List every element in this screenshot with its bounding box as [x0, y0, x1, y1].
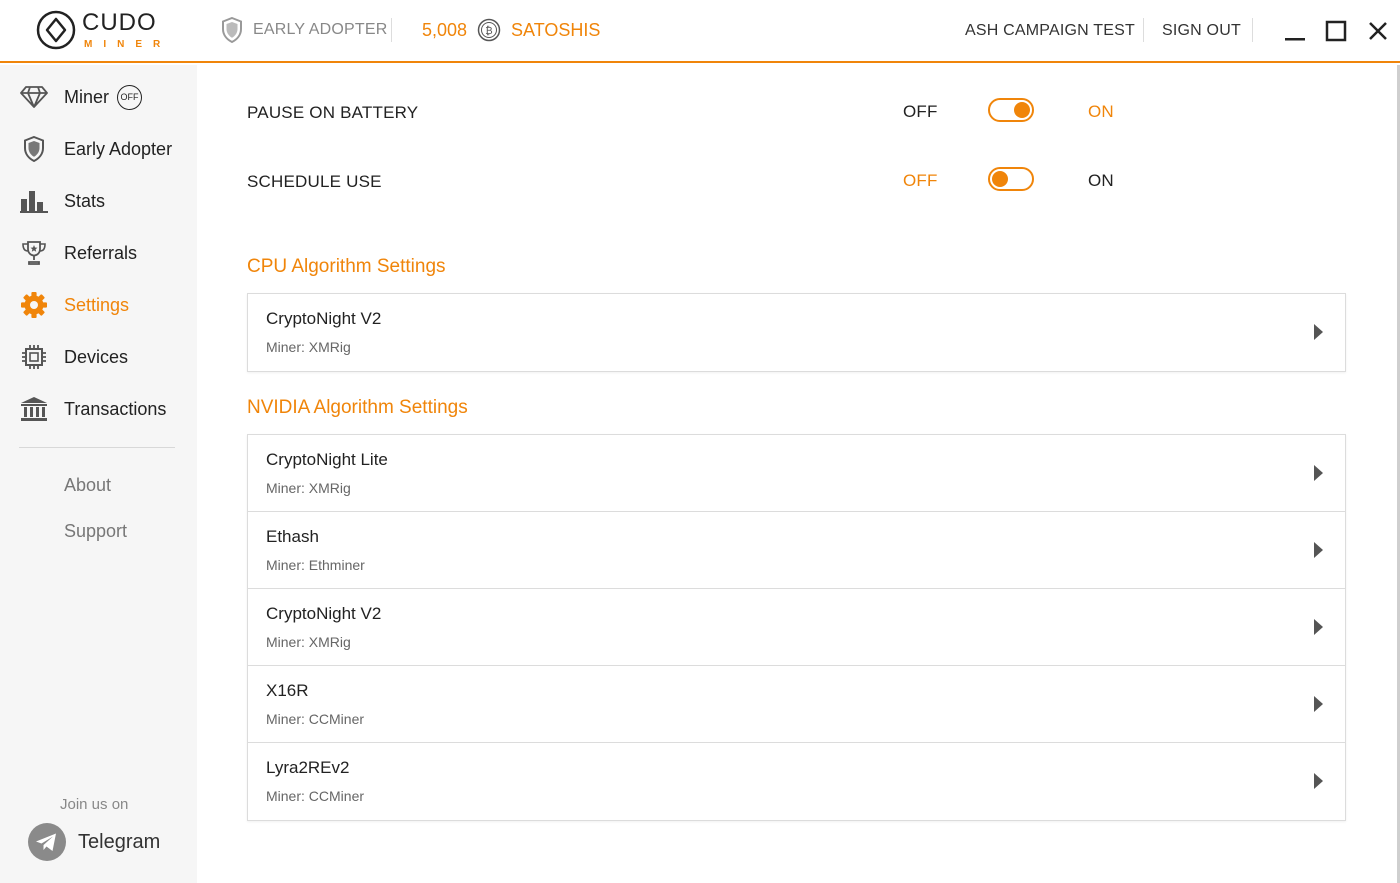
diamond-icon — [20, 83, 48, 111]
header-divider — [1143, 18, 1144, 42]
chevron-right-icon — [1314, 542, 1323, 558]
shield-icon — [222, 17, 242, 43]
algorithm-name: CryptoNight V2 — [266, 309, 382, 328]
miner-status-badge[interactable]: OFF — [117, 84, 142, 110]
algorithm-miner: Miner: CCMiner — [266, 711, 365, 727]
chip-icon — [20, 343, 48, 371]
logo: CUDO MINER — [36, 10, 171, 50]
sidebar-item-transactions[interactable]: Transactions — [0, 387, 197, 431]
svg-text:₿: ₿ — [485, 25, 492, 37]
bank-icon — [20, 395, 48, 423]
telegram-icon — [28, 823, 66, 861]
sidebar-item-label: Early Adopter — [64, 138, 173, 159]
join-us-label: Join us on — [60, 796, 129, 813]
algorithm-name: CryptoNight V2 — [266, 604, 382, 623]
sidebar-item-miner[interactable]: Miner OFF — [0, 75, 197, 119]
algorithm-miner: Miner: Ethminer — [266, 557, 365, 573]
balance-unit: SATOSHIS — [511, 19, 601, 40]
balance-value: 5,008 — [422, 19, 468, 40]
chevron-right-icon — [1314, 696, 1323, 712]
sidebar-item-label: Referrals — [64, 242, 138, 263]
gear-icon — [20, 291, 48, 319]
header-divider — [391, 18, 392, 42]
logo-sub: MINER — [84, 38, 172, 50]
pause-on-battery-on-option[interactable]: ON — [1088, 102, 1114, 122]
pause-on-battery-label: PAUSE ON BATTERY — [247, 103, 419, 122]
pause-on-battery-off-option[interactable]: OFF — [903, 102, 938, 122]
cpu-section-title: CPU Algorithm Settings — [247, 256, 446, 277]
sidebar-item-label: Transactions — [64, 398, 167, 419]
chevron-right-icon — [1314, 465, 1323, 481]
sidebar-item-label: Devices — [64, 346, 129, 367]
logo-word: CUDO — [82, 8, 157, 36]
chevron-right-icon — [1314, 773, 1323, 789]
algorithm-miner: Miner: XMRig — [266, 339, 351, 355]
algorithm-name: X16R — [266, 681, 309, 700]
sidebar-divider — [19, 447, 175, 448]
schedule-use-toggle[interactable] — [988, 167, 1034, 191]
support-link[interactable]: Support — [64, 521, 127, 542]
badge-label: EARLY ADOPTER — [253, 21, 388, 38]
header-divider — [1252, 18, 1253, 42]
algorithm-name: Ethash — [266, 527, 319, 546]
sidebar-item-label: Settings — [64, 294, 130, 315]
algorithm-miner: Miner: CCMiner — [266, 788, 365, 804]
schedule-use-on-option[interactable]: ON — [1088, 171, 1114, 191]
schedule-use-label: SCHEDULE USE — [247, 172, 382, 191]
sidebar-item-referrals[interactable]: Referrals — [0, 231, 197, 275]
close-icon — [1369, 22, 1387, 40]
minimize-icon — [1285, 38, 1305, 41]
algorithm-miner: Miner: XMRig — [266, 480, 351, 496]
sidebar-item-devices[interactable]: Devices — [0, 335, 197, 379]
bitcoin-coin-icon: ₿ — [477, 18, 501, 42]
about-link[interactable]: About — [64, 475, 111, 496]
trophy-icon — [20, 239, 48, 267]
sidebar-item-label: Miner — [64, 86, 110, 107]
chevron-right-icon — [1314, 324, 1323, 340]
nvidia-section-title: NVIDIA Algorithm Settings — [247, 397, 468, 418]
chevron-right-icon — [1314, 619, 1323, 635]
maximize-button[interactable] — [1323, 18, 1349, 44]
campaign-link[interactable]: ASH CAMPAIGN TEST — [965, 22, 1135, 40]
sidebar-item-settings[interactable]: Settings — [0, 283, 197, 327]
shield-icon — [20, 135, 48, 163]
sign-out-button[interactable]: SIGN OUT — [1162, 22, 1241, 40]
telegram-label: Telegram — [78, 830, 161, 853]
close-button[interactable] — [1365, 18, 1391, 44]
schedule-use-off-option[interactable]: OFF — [903, 171, 938, 191]
sidebar: Miner OFF Early Adopter Stats Referrals — [0, 65, 197, 883]
early-adopter-badge: EARLY ADOPTER — [221, 17, 388, 43]
top-bar: CUDO MINER EARLY ADOPTER 5,008 ₿ SATOSHI… — [0, 0, 1400, 63]
toggle-knob — [992, 171, 1008, 187]
algorithm-miner: Miner: XMRig — [266, 634, 351, 650]
cudo-logo-icon — [36, 10, 76, 50]
algorithm-item[interactable]: CryptoNight V2 Miner: XMRig — [248, 294, 1345, 371]
cpu-algorithm-list: CryptoNight V2 Miner: XMRig — [247, 293, 1346, 372]
toggle-knob — [1014, 102, 1030, 118]
bar-chart-icon — [20, 187, 48, 215]
sidebar-item-label: Stats — [64, 190, 106, 211]
algorithm-name: CryptoNight Lite — [266, 450, 388, 469]
minimize-button[interactable] — [1282, 18, 1308, 44]
algorithm-item[interactable]: CryptoNight Lite Miner: XMRig — [248, 435, 1345, 512]
telegram-link[interactable]: Telegram — [28, 823, 160, 861]
sidebar-item-early-adopter[interactable]: Early Adopter — [0, 127, 197, 171]
algorithm-item[interactable]: Lyra2REv2 Miner: CCMiner — [248, 743, 1345, 820]
algorithm-name: Lyra2REv2 — [266, 758, 350, 777]
settings-panel: PAUSE ON BATTERY OFF ON SCHEDULE USE OFF… — [197, 65, 1400, 883]
maximize-icon — [1325, 20, 1347, 42]
sidebar-item-stats[interactable]: Stats — [0, 179, 197, 223]
balance: 5,008 ₿ SATOSHIS — [422, 18, 600, 42]
pause-on-battery-toggle[interactable] — [988, 98, 1034, 122]
algorithm-item[interactable]: X16R Miner: CCMiner — [248, 666, 1345, 743]
algorithm-item[interactable]: Ethash Miner: Ethminer — [248, 512, 1345, 589]
nvidia-algorithm-list: CryptoNight Lite Miner: XMRig Ethash Min… — [247, 434, 1346, 821]
algorithm-item[interactable]: CryptoNight V2 Miner: XMRig — [248, 589, 1345, 666]
